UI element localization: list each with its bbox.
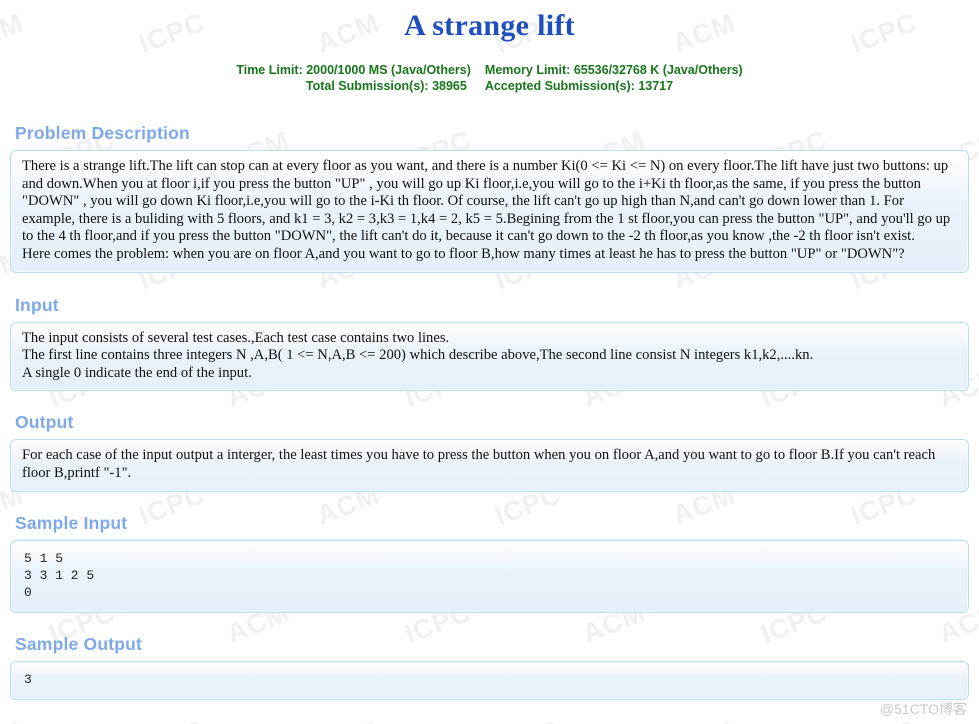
heading-sample-output: Sample Output [15,633,143,654]
heading-input: Input [15,294,59,315]
problem-stats: Time Limit: 2000/1000 MS (Java/Others) Me… [0,62,979,94]
time-limit-text: Time Limit: 2000/1000 MS (Java/Others) [236,63,471,77]
panel-input: The input consists of several test cases… [10,321,969,392]
heading-sample-input: Sample Input [15,512,128,533]
sample-input-body: 5 1 5 3 3 1 2 5 0 [24,550,95,600]
stats-row-submissions: Total Submission(s): 38965 Accepted Submi… [0,78,979,94]
heading-output: Output [15,412,74,433]
section-sample-output: Sample Output 3 [10,634,969,700]
panel-problem-description: There is a strange lift.The lift can sto… [10,150,969,273]
input-line-3: A single 0 indicate the end of the input… [22,364,252,381]
accepted-submissions-text: Accepted Submission(s): 13717 [484,79,674,93]
credit-watermark: @51CTO博客 [879,701,967,717]
input-line-1: The input consists of several test cases… [22,329,450,346]
problem-description-body-line2: Here comes the problem: when you are on … [22,245,905,262]
section-sample-input: Sample Input 5 1 5 3 3 1 2 5 0 [10,513,969,613]
memory-limit-text: Memory Limit: 65536/32768 K (Java/Others… [484,63,743,77]
total-submissions-text: Total Submission(s): 38965 [305,79,467,93]
section-input: Input The input consists of several test… [10,295,969,392]
problem-description-body: There is a strange lift.The lift can sto… [22,158,951,245]
section-problem-description: Problem Description There is a strange l… [10,123,969,273]
sample-output-body: 3 [24,671,32,687]
input-line-2: The first line contains three integers N… [22,347,814,364]
panel-sample-output: 3 [10,660,969,700]
page-title: A strange lift [404,9,575,42]
panel-output: For each case of the input output a inte… [10,439,969,492]
section-output: Output For each case of the input output… [10,412,969,492]
problem-page: A strange lift Time Limit: 2000/1000 MS … [0,0,979,724]
panel-sample-input: 5 1 5 3 3 1 2 5 0 [10,539,969,613]
heading-problem-description: Problem Description [15,123,190,143]
output-body: For each case of the input output a inte… [22,447,936,481]
stats-row-limits: Time Limit: 2000/1000 MS (Java/Others) Me… [0,62,979,78]
